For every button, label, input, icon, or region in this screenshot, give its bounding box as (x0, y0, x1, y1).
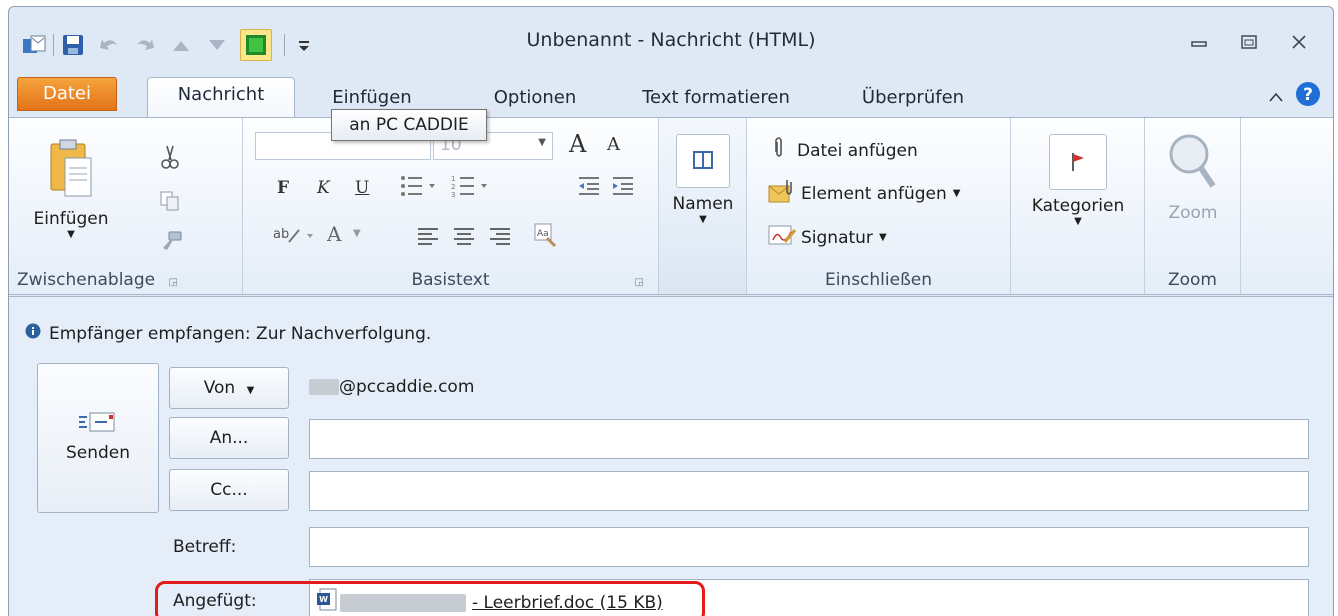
info-text: Empfänger empfangen: Zur Nachverfolgung. (49, 323, 432, 344)
attach-file-button[interactable]: Datei anfügen (773, 136, 918, 165)
flag-icon (1049, 134, 1107, 190)
group-zoom: Zoom Zoom (1145, 118, 1241, 294)
cc-field[interactable] (309, 471, 1309, 511)
svg-text:?: ? (1303, 85, 1313, 105)
paperclip-icon (773, 136, 785, 165)
chevron-down-icon: ▼ (67, 229, 75, 240)
format-painter-icon[interactable] (159, 230, 183, 254)
pc-caddie-tooltip: an PC CADDIE (331, 109, 487, 141)
svg-text:1: 1 (451, 175, 455, 183)
zoom-button[interactable]: Zoom (1153, 132, 1233, 223)
bold-button[interactable]: F (277, 178, 289, 198)
window-title: Unbenannt - Nachricht (HTML) (526, 29, 816, 51)
group-label-include: Einschließen (824, 270, 933, 290)
tab-datei[interactable]: Datei (17, 77, 117, 111)
tab-text-formatieren[interactable]: Text formatieren (623, 81, 809, 117)
chevron-down-icon: ▼ (699, 214, 707, 225)
paste-button[interactable]: Einfügen ▼ (21, 138, 121, 240)
blurred-username (309, 379, 339, 395)
ribbon: Einfügen ▼ Zwischenablage ◲ 10 ▼ A A F K… (9, 117, 1333, 295)
close-icon[interactable] (1277, 27, 1321, 57)
to-button[interactable]: An... (169, 417, 289, 459)
signature-icon (767, 222, 797, 253)
send-button[interactable]: Senden (37, 363, 159, 513)
ribbon-collapse-icon[interactable] (1269, 87, 1283, 107)
group-include: Datei anfügen Element anfügen ▼ Signatur… (747, 118, 1011, 294)
chevron-down-icon: ▼ (952, 188, 961, 199)
tab-optionen[interactable]: Optionen (483, 81, 587, 117)
svg-text:2: 2 (451, 183, 455, 191)
send-label: Senden (65, 443, 131, 463)
from-value: @pccaddie.com (309, 377, 474, 397)
chevron-down-icon: ▼ (1074, 216, 1082, 227)
group-clipboard: Einfügen ▼ Zwischenablage ◲ (9, 118, 243, 294)
tab-ueberpruefen[interactable]: Überprüfen (843, 81, 983, 117)
grow-font-button[interactable]: A (569, 130, 586, 158)
attach-item-button[interactable]: Element anfügen ▼ (767, 178, 960, 209)
dialog-launcher-icon[interactable]: ◲ (169, 277, 178, 288)
ribbon-tabs: Datei Nachricht Einfügen Optionen Text f… (9, 73, 1333, 117)
subject-label: Betreff: (173, 537, 237, 557)
restore-icon[interactable] (1227, 27, 1271, 57)
underline-button[interactable]: U (355, 178, 369, 198)
chevron-down-icon: ▼ (353, 228, 361, 239)
tab-nachricht[interactable]: Nachricht (147, 77, 295, 117)
names-button[interactable]: Namen ▼ (669, 134, 737, 225)
align-left-icon[interactable] (417, 226, 439, 251)
attach-item-icon (767, 178, 797, 209)
categories-label: Kategorien (1031, 196, 1125, 216)
title-bar: Unbenannt - Nachricht (HTML) (9, 7, 1333, 73)
help-area: ? (1269, 81, 1321, 112)
from-button[interactable]: Von ▼ (169, 367, 289, 409)
paste-label: Einfügen (33, 209, 109, 229)
font-color-button[interactable]: A (327, 222, 341, 246)
align-center-icon[interactable] (453, 226, 475, 251)
align-right-icon[interactable] (489, 226, 511, 251)
message-header: Empfänger empfangen: Zur Nachverfolgung.… (9, 296, 1333, 616)
subject-field[interactable] (309, 527, 1309, 567)
signature-button[interactable]: Signatur ▼ (767, 222, 887, 253)
window-controls (1171, 27, 1321, 57)
minimize-icon[interactable] (1177, 27, 1221, 57)
info-bar: Empfänger empfangen: Zur Nachverfolgung. (25, 323, 431, 344)
magnifier-icon (1165, 134, 1221, 199)
names-label: Namen (672, 194, 734, 214)
decrease-indent-icon[interactable] (577, 174, 601, 203)
categories-button[interactable]: Kategorien ▼ (1019, 134, 1137, 227)
bullet-list-icon[interactable] (399, 174, 439, 203)
increase-indent-icon[interactable] (611, 174, 635, 203)
to-field[interactable] (309, 419, 1309, 459)
group-tags: Kategorien ▼ (1011, 118, 1145, 294)
group-label-zoom: Zoom (1167, 270, 1217, 290)
zoom-label: Zoom (1168, 203, 1218, 223)
group-basic-text: 10 ▼ A A F K U 123 ab A ▼ Aa Basistext ◲ (243, 118, 659, 294)
chevron-down-icon: ▼ (538, 137, 546, 148)
help-icon[interactable]: ? (1295, 81, 1321, 112)
outlook-message-window: Unbenannt - Nachricht (HTML) Datei Nachr… (8, 6, 1334, 616)
numbered-list-icon[interactable]: 123 (451, 174, 491, 203)
svg-text:ab: ab (273, 227, 289, 242)
send-icon (38, 410, 158, 439)
cut-icon[interactable] (159, 144, 181, 170)
dialog-launcher-icon[interactable]: ◲ (635, 277, 644, 288)
highlight-icon[interactable]: ab (273, 224, 317, 253)
italic-button[interactable]: K (317, 178, 330, 198)
cc-button[interactable]: Cc... (169, 469, 289, 511)
group-label-clipboard: Zwischenablage ◲ (17, 270, 178, 290)
chevron-down-icon: ▼ (878, 232, 887, 243)
svg-text:Aa: Aa (537, 229, 549, 239)
svg-text:3: 3 (451, 191, 455, 198)
group-names: Namen ▼ (659, 118, 747, 294)
address-book-icon (676, 134, 730, 188)
copy-icon[interactable] (159, 190, 181, 212)
info-icon (25, 323, 41, 344)
highlight-annotation (155, 581, 705, 616)
group-label-basic-text: Basistext (411, 270, 490, 290)
clear-format-icon[interactable]: Aa (533, 222, 559, 253)
shrink-font-button[interactable]: A (607, 134, 620, 155)
clipboard-icon (47, 139, 95, 205)
chevron-down-icon: ▼ (246, 385, 255, 396)
